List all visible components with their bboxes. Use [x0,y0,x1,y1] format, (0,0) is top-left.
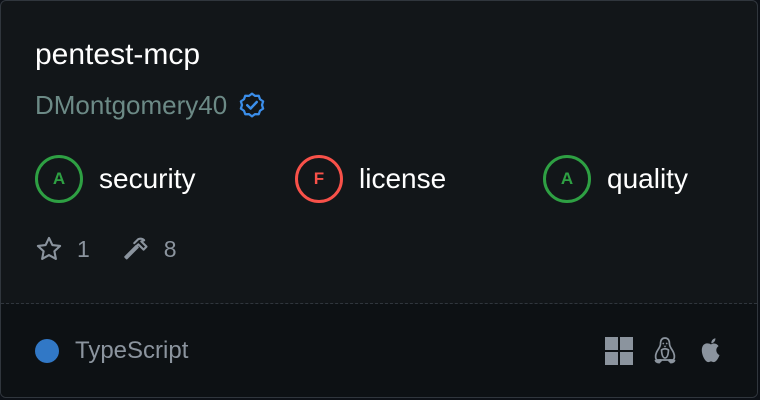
grade-row: A security F license A quality [1,155,757,203]
star-count: 1 [77,235,90,262]
author-name[interactable]: DMontgomery40 [35,87,227,123]
apple-icon [701,338,720,363]
hammer-icon [124,237,148,260]
grade-badge-quality: A [543,155,591,203]
tool-count: 8 [163,235,177,262]
grade-label: security [99,163,196,194]
grade-quality: A quality [543,155,688,203]
language-name: TypeScript [75,337,189,364]
card-footer: TypeScript [1,304,757,397]
server-card[interactable]: pentest-mcp DMontgomery40 A security F l… [0,0,758,398]
grade-letter: A [52,169,66,188]
grade-label: license [359,163,447,194]
windows-icon [605,337,633,365]
verified-badge-icon [239,92,265,118]
grade-letter: A [560,169,574,188]
star-icon [36,236,62,260]
author-row: DMontgomery40 [35,87,267,123]
language-dot [35,339,59,363]
grade-letter: F [313,169,325,188]
platforms [605,336,725,366]
server-name[interactable]: pentest-mcp [35,35,200,75]
grade-security: A security [35,155,195,203]
grade-badge-security: A [35,155,83,203]
grade-license: F license [295,155,446,203]
grade-badge-license: F [295,155,343,203]
stats-row: 1 8 [35,233,209,265]
linux-icon [654,337,676,364]
grade-label: quality [607,163,688,194]
language: TypeScript [35,337,188,365]
